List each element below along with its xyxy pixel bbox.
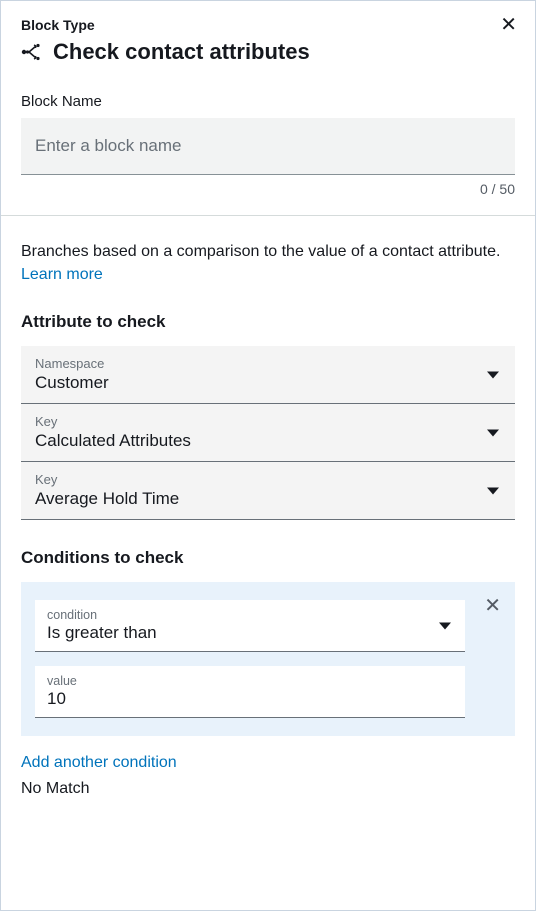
attribute-heading: Attribute to check [21,312,515,332]
branch-icon [21,43,43,61]
namespace-select[interactable]: Namespace Customer [21,346,515,404]
select-label: Namespace [35,356,501,371]
description-main: Branches based on a comparison to the va… [21,243,500,260]
chevron-down-icon [487,429,499,436]
select-value: Calculated Attributes [35,431,501,451]
key2-select[interactable]: Key Average Hold Time [21,462,515,520]
char-count: 0 / 50 [21,181,515,197]
description-text: Branches based on a comparison to the va… [21,240,515,286]
panel-header: Block Type ✕ Check contact attributes Bl… [1,1,535,216]
page-title-row: Check contact attributes [21,39,515,65]
remove-condition-icon[interactable]: ✕ [484,596,501,616]
attribute-fields: Namespace Customer Key Calculated Attrib… [21,346,515,520]
select-label: Key [35,414,501,429]
panel-body: Branches based on a comparison to the va… [1,216,535,818]
close-icon[interactable]: ✕ [500,15,517,35]
learn-more-link[interactable]: Learn more [21,266,103,283]
block-name-section: Block Name 0 / 50 [21,93,515,197]
select-value: Is greater than [47,623,453,643]
chevron-down-icon [487,487,499,494]
condition-card: ✕ condition Is greater than value 10 [21,582,515,736]
block-name-label: Block Name [21,93,515,110]
no-match-label: No Match [21,780,515,798]
page-title: Check contact attributes [53,39,310,65]
block-type-label: Block Type [21,17,515,33]
input-value: 10 [47,689,453,709]
conditions-heading: Conditions to check [21,548,515,568]
select-value: Average Hold Time [35,489,501,509]
select-label: Key [35,472,501,487]
chevron-down-icon [439,622,451,629]
key1-select[interactable]: Key Calculated Attributes [21,404,515,462]
select-value: Customer [35,373,501,393]
select-label: condition [47,608,453,622]
block-name-input[interactable] [21,118,515,175]
condition-select[interactable]: condition Is greater than [35,600,465,652]
condition-value-input[interactable]: value 10 [35,666,465,718]
add-condition-link[interactable]: Add another condition [21,754,515,772]
input-label: value [47,674,453,688]
chevron-down-icon [487,371,499,378]
